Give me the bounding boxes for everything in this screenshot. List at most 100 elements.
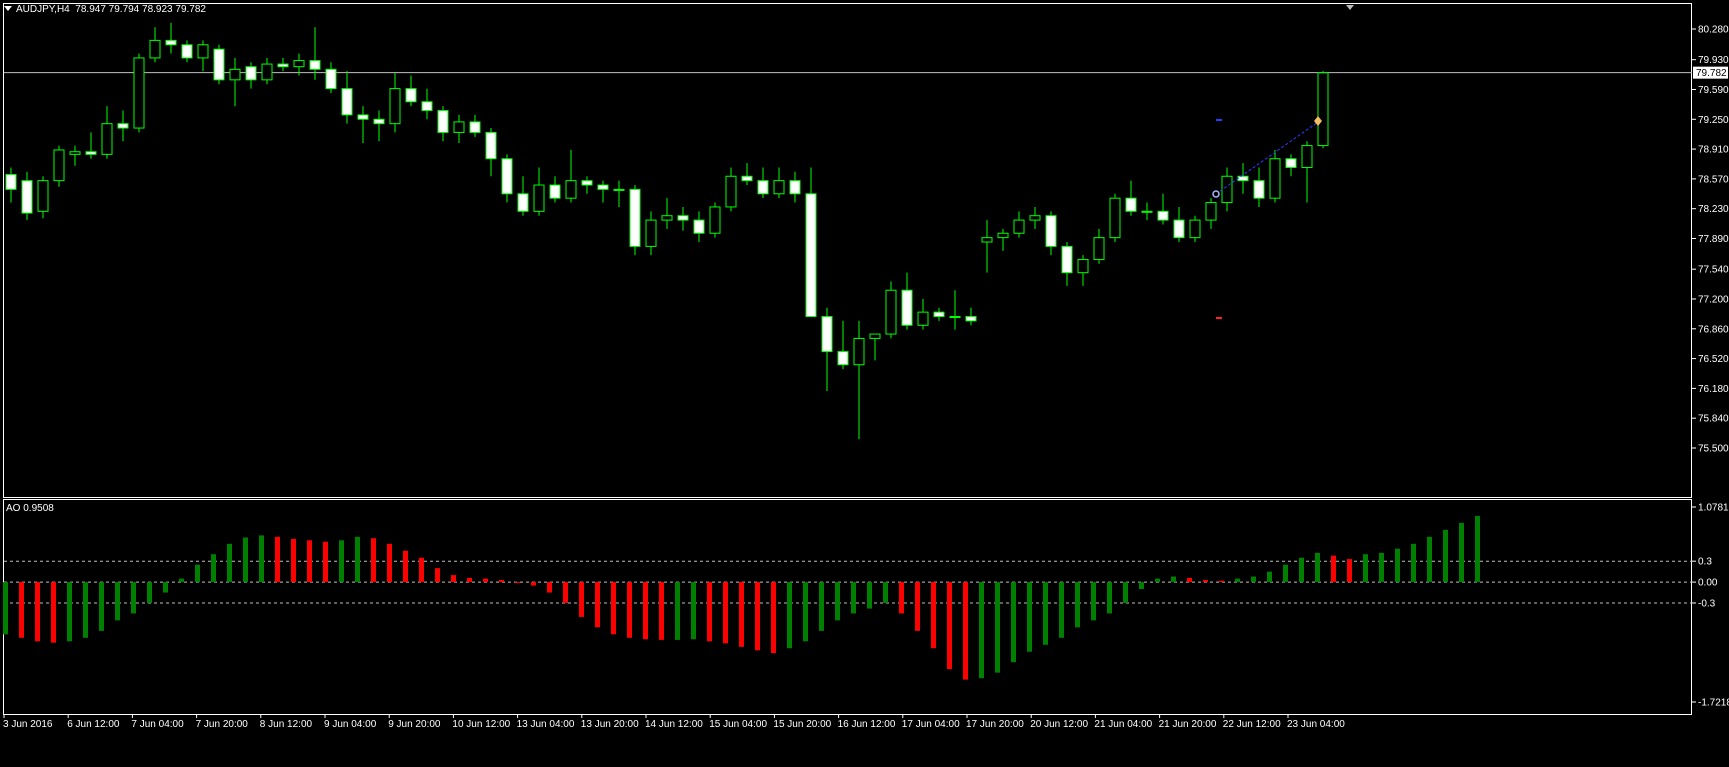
ao-bar — [755, 582, 760, 651]
ao-bar — [323, 541, 328, 583]
candle-body — [1173, 219, 1185, 239]
candle-body — [789, 180, 801, 195]
ao-bar — [883, 582, 888, 603]
candle — [1317, 71, 1329, 149]
ao-bar — [979, 582, 984, 679]
candle-body — [389, 88, 401, 125]
ao-bar — [467, 577, 472, 583]
candle-body — [485, 131, 497, 160]
ao-bar — [995, 582, 1000, 673]
ao-bar — [1283, 564, 1288, 583]
price-tick-label: 75.840 — [1698, 414, 1729, 425]
price-tick-label: 77.200 — [1698, 294, 1729, 305]
ao-bar — [1251, 576, 1256, 583]
ao-bar — [179, 578, 184, 583]
time-tick-label: 17 Jun 04:00 — [902, 719, 960, 730]
time-tick-label: 7 Jun 20:00 — [196, 719, 249, 730]
chart-background — [0, 0, 1729, 767]
candle-body — [101, 123, 113, 155]
candle-body — [821, 316, 833, 353]
ao-bar — [419, 557, 424, 583]
candle-body — [1237, 175, 1249, 182]
ao-bar — [515, 582, 520, 584]
ao-bar — [147, 582, 152, 603]
candle-body — [853, 337, 865, 366]
ao-bar — [1107, 582, 1112, 614]
candle-body — [21, 180, 33, 214]
ao-bar — [1043, 582, 1048, 645]
ao-bar — [307, 540, 312, 583]
ao-bar — [1011, 582, 1016, 663]
ao-tick-label: 0.3 — [1698, 557, 1712, 568]
candle-body — [1157, 210, 1169, 221]
candle-body — [261, 63, 273, 81]
ao-bar — [1411, 543, 1416, 583]
candle-body — [949, 316, 961, 319]
candle-body — [453, 121, 465, 133]
candle-body — [517, 193, 529, 212]
ao-bar — [3, 582, 8, 635]
ao-bar — [195, 564, 200, 583]
price-tick-label: 75.500 — [1698, 444, 1729, 455]
ao-bar — [1331, 555, 1336, 583]
price-tick-label: 79.250 — [1698, 115, 1729, 126]
candle-body — [405, 88, 417, 103]
ao-bar — [691, 582, 696, 640]
ao-bar — [675, 582, 680, 640]
ao-bar — [1203, 579, 1208, 583]
ao-bar — [227, 543, 232, 583]
candle-body — [1125, 197, 1137, 212]
candle-body — [645, 219, 657, 247]
candle — [213, 44, 225, 85]
time-tick-label: 23 Jun 04:00 — [1287, 719, 1345, 730]
ao-bar — [835, 582, 840, 621]
candle-body — [533, 184, 545, 212]
ao-bar — [1363, 554, 1368, 583]
candle-body — [565, 180, 577, 199]
candle-body — [309, 60, 321, 70]
trading-chart-window[interactable]: 80.280 79.930 79.590 79.250 78.910 78.570 78.2… — [0, 0, 1729, 767]
candle-body — [341, 88, 353, 116]
ao-bar — [867, 582, 872, 609]
chart-canvas[interactable]: 80.280 79.930 79.590 79.250 78.910 78.570 78.2… — [0, 0, 1729, 767]
time-tick-label: 13 Jun 20:00 — [581, 719, 639, 730]
candle-body — [421, 101, 433, 112]
candle — [133, 53, 145, 133]
ao-bar — [931, 582, 936, 649]
chart-header: AUDJPY,H4 78.947 79.794 78.923 79.782 — [4, 4, 206, 15]
ao-bar — [1315, 552, 1320, 583]
ao-bar — [707, 582, 712, 642]
ao-bar — [1171, 576, 1176, 583]
ao-bar — [611, 582, 616, 635]
candle-body — [293, 60, 305, 68]
chart-menu-icon[interactable] — [4, 6, 12, 11]
ao-bar — [1219, 580, 1224, 583]
candle-body — [325, 68, 337, 90]
candle-body — [661, 215, 673, 221]
candle-body — [469, 121, 481, 133]
candle-body — [181, 44, 193, 59]
candle — [53, 145, 65, 187]
ao-bar — [627, 582, 632, 638]
ao-bar — [51, 582, 56, 643]
candle-body — [933, 311, 945, 318]
ao-bar — [1427, 536, 1432, 583]
candle-body — [1045, 215, 1057, 247]
ao-bar — [483, 578, 488, 583]
ao-bar — [1075, 582, 1080, 628]
candle-body — [1077, 259, 1089, 274]
candle — [709, 202, 721, 238]
ao-bar — [1123, 582, 1128, 603]
candle-body — [965, 316, 977, 322]
candle-body — [133, 57, 145, 129]
trend-line-anchor-icon[interactable] — [1212, 190, 1220, 198]
candle-body — [885, 289, 897, 335]
candle-body — [693, 219, 705, 234]
candle-body — [997, 232, 1009, 239]
ao-bar — [451, 575, 456, 583]
price-tick-label: 80.280 — [1698, 25, 1729, 36]
candle-body — [869, 333, 881, 339]
time-tick-label: 13 Jun 04:00 — [517, 719, 575, 730]
time-tick-label: 15 Jun 20:00 — [773, 719, 831, 730]
time-tick-label: 20 Jun 12:00 — [1030, 719, 1088, 730]
